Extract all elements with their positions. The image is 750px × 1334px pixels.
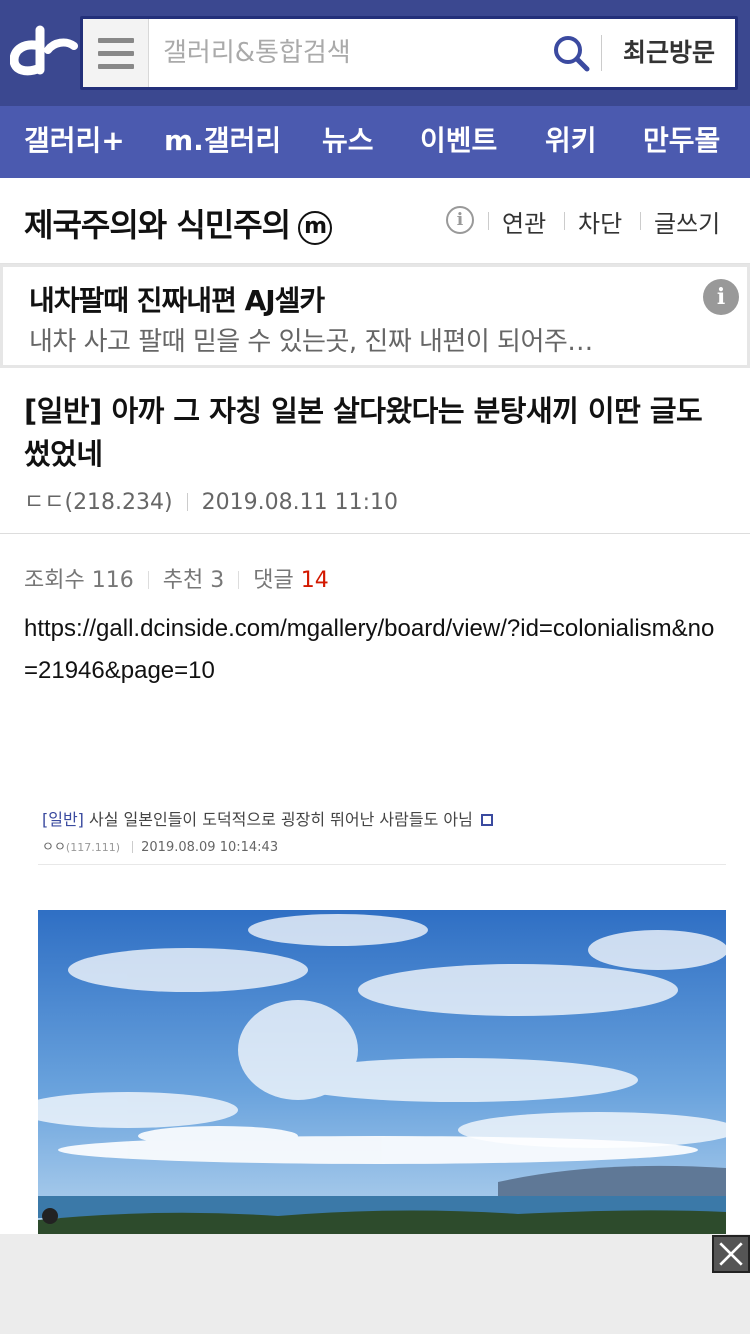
recommend-count: 3 xyxy=(210,568,225,593)
nav-m-gallery[interactable]: m.갤러리 xyxy=(164,106,281,178)
embedded-post-title: [일반] 사실 일본인들이 도덕적으로 굉장히 뛰어난 사람들도 아님 xyxy=(42,806,493,830)
divider xyxy=(132,841,134,853)
search-box: 최근방문 xyxy=(80,16,738,90)
divider xyxy=(640,212,641,230)
divider xyxy=(238,571,240,589)
search-icon[interactable] xyxy=(551,33,591,73)
recent-visit-button[interactable]: 최근방문 xyxy=(603,19,735,87)
dc-logo-icon[interactable] xyxy=(10,24,78,80)
post-meta: ㄷㄷ(218.234) 2019.08.11 11:10 xyxy=(24,484,398,516)
minor-gallery-badge: m xyxy=(298,211,333,245)
search-divider xyxy=(601,35,602,71)
views-count: 116 xyxy=(91,568,134,593)
nav-wiki[interactable]: 위키 xyxy=(545,106,597,178)
embedded-post-tag: [일반] xyxy=(42,810,84,829)
gallery-title[interactable]: 제국주의와 식민주의 m xyxy=(24,200,333,246)
image-icon xyxy=(480,814,493,826)
top-header: 최근방문 xyxy=(0,0,750,106)
divider xyxy=(147,571,149,589)
recommend-label: 추천 xyxy=(162,568,204,593)
gallery-title-text: 제국주의와 식민주의 xyxy=(24,206,291,244)
post-author[interactable]: ㄷㄷ(218.234) xyxy=(24,490,173,515)
search-input[interactable] xyxy=(163,31,543,75)
post-header: [일반] 아까 그 자칭 일본 살다왔다는 분탕새끼 이딴 글도 썼었네 ㄷㄷ(… xyxy=(0,368,750,534)
embedded-divider xyxy=(38,864,726,865)
info-icon[interactable]: i xyxy=(446,206,474,234)
ad-banner[interactable]: 내차팔때 진짜내편 AJ셀카 내차 사고 팔때 믿을 수 있는곳, 진짜 내편이… xyxy=(0,264,750,368)
comments-label[interactable]: 댓글 xyxy=(253,568,293,593)
comments-count[interactable]: 14 xyxy=(301,568,329,593)
ad-info-icon[interactable]: i xyxy=(703,279,739,315)
post-body-link[interactable]: https://gall.dcinside.com/mgallery/board… xyxy=(24,608,724,692)
sky-photo[interactable] xyxy=(38,910,726,1240)
embedded-post-meta: ㅇㅇ(117.111) 2019.08.09 10:14:43 xyxy=(42,836,278,855)
hamburger-icon[interactable] xyxy=(83,19,149,87)
views-label: 조회수 xyxy=(24,568,85,593)
embedded-post-author: ㅇㅇ xyxy=(42,840,66,855)
post-stats: 조회수 116 추천 3 댓글 14 xyxy=(24,562,329,594)
nav-event[interactable]: 이벤트 xyxy=(420,106,497,178)
divider xyxy=(488,212,489,230)
bottom-ad-banner[interactable] xyxy=(0,1234,750,1334)
ad-description: 내차 사고 팔때 믿을 수 있는곳, 진짜 내편이 되어주… xyxy=(29,327,593,357)
block-link[interactable]: 차단 xyxy=(578,204,622,239)
post-title: [일반] 아까 그 자칭 일본 살다왔다는 분탕새끼 이딴 글도 썼었네 xyxy=(24,394,703,471)
related-link[interactable]: 연관 xyxy=(502,204,546,239)
embedded-post-title-text: 사실 일본인들이 도덕적으로 굉장히 뛰어난 사람들도 아님 xyxy=(89,810,473,829)
ad-title: 내차팔때 진짜내편 AJ셀카 xyxy=(29,284,325,317)
nav-gallery-plus[interactable]: 갤러리+ xyxy=(24,106,125,178)
main-nav: 갤러리+ m.갤러리 뉴스 이벤트 위키 만두몰 xyxy=(0,106,750,178)
post-date: 2019.08.11 11:10 xyxy=(201,490,398,515)
nav-news[interactable]: 뉴스 xyxy=(322,106,374,178)
close-icon[interactable] xyxy=(712,1235,750,1273)
gallery-title-row: 제국주의와 식민주의 m i 연관 차단 글쓰기 xyxy=(0,178,750,264)
divider xyxy=(564,212,565,230)
embedded-post-ip: (117.111) xyxy=(65,841,120,854)
embedded-post-date: 2019.08.09 10:14:43 xyxy=(141,840,279,855)
divider xyxy=(186,493,188,511)
nav-mandu-mall[interactable]: 만두몰 xyxy=(643,106,720,178)
write-link[interactable]: 글쓰기 xyxy=(654,204,720,239)
